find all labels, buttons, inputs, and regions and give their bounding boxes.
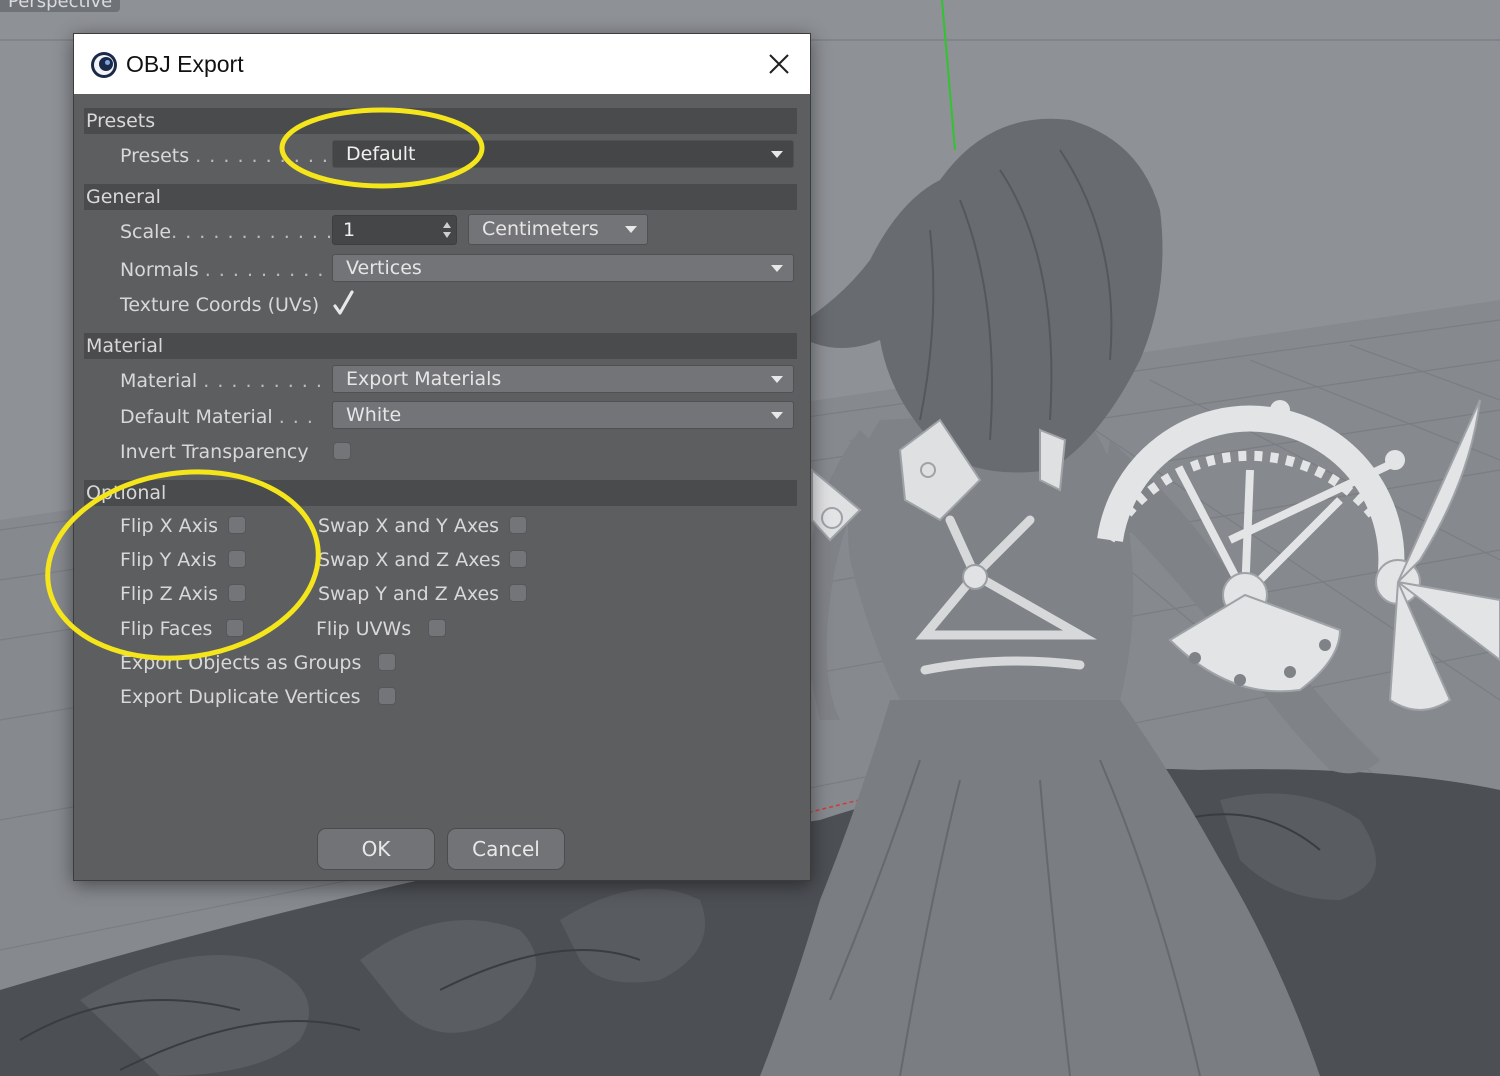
swap-xy-checkbox[interactable] (509, 516, 527, 534)
normals-value: Vertices (346, 257, 422, 279)
close-button[interactable] (762, 47, 796, 81)
flip-uvws-checkbox[interactable] (428, 619, 446, 637)
chevron-down-icon (625, 226, 637, 233)
flip-faces-checkbox[interactable] (226, 619, 244, 637)
material-value: Export Materials (346, 368, 502, 390)
presets-value: Default (346, 143, 416, 165)
export-groups-checkbox[interactable] (378, 653, 396, 671)
flip-x-label: Flip X Axis (120, 515, 219, 537)
export-duplicates-checkbox[interactable] (378, 687, 396, 705)
title-bar[interactable]: OBJ Export (74, 34, 810, 94)
section-general[interactable]: General (84, 184, 797, 210)
dialog-title: OBJ Export (126, 51, 244, 77)
default-material-label: Default Material . . . (120, 406, 314, 428)
default-material-dropdown[interactable]: White (332, 401, 794, 429)
flip-z-checkbox[interactable] (228, 584, 246, 602)
chevron-down-icon (771, 265, 783, 272)
chevron-down-icon (771, 151, 783, 158)
close-icon (769, 54, 789, 74)
material-dropdown[interactable]: Export Materials (332, 365, 794, 393)
section-material[interactable]: Material (84, 333, 797, 359)
swap-xz-label: Swap X and Z Axes (318, 549, 501, 571)
presets-dropdown[interactable]: Default (332, 140, 794, 168)
scale-unit-value: Centimeters (482, 218, 599, 240)
default-material-value: White (346, 404, 402, 426)
flip-y-checkbox[interactable] (228, 550, 246, 568)
texture-coords-checkbox[interactable] (331, 290, 355, 316)
cancel-button[interactable]: Cancel (447, 828, 565, 870)
export-groups-label: Export Objects as Groups (120, 652, 362, 674)
invert-transparency-checkbox[interactable] (333, 442, 351, 460)
export-duplicates-label: Export Duplicate Vertices (120, 686, 361, 708)
checkmark-icon (333, 290, 354, 315)
swap-yz-label: Swap Y and Z Axes (318, 583, 500, 605)
scale-value: 1 (343, 219, 356, 241)
ok-button[interactable]: OK (317, 828, 435, 870)
normals-label: Normals . . . . . . . . . . (120, 259, 339, 281)
obj-export-dialog: OBJ Export Presets Presets . . . . . . .… (73, 33, 811, 881)
scale-input[interactable]: 1 (332, 215, 457, 245)
swap-yz-checkbox[interactable] (509, 584, 527, 602)
normals-dropdown[interactable]: Vertices (332, 254, 794, 282)
section-optional[interactable]: Optional (84, 480, 797, 506)
cinema4d-logo-icon (91, 52, 117, 78)
flip-z-label: Flip Z Axis (120, 583, 219, 605)
scale-label: Scale. . . . . . . . . . . . . . (120, 221, 362, 243)
texture-coords-label: Texture Coords (UVs) (120, 294, 320, 316)
viewport-label: Perspective (0, 0, 121, 12)
flip-y-label: Flip Y Axis (120, 549, 217, 571)
flip-x-checkbox[interactable] (228, 516, 246, 534)
flip-faces-label: Flip Faces (120, 618, 213, 640)
spinner-arrows-icon[interactable] (442, 221, 452, 239)
chevron-down-icon (771, 412, 783, 419)
swap-xz-checkbox[interactable] (509, 550, 527, 568)
flip-uvws-label: Flip UVWs (316, 618, 412, 640)
section-presets[interactable]: Presets (84, 108, 797, 134)
invert-transparency-label: Invert Transparency (120, 441, 309, 463)
material-label: Material . . . . . . . . . . (120, 370, 337, 392)
chevron-down-icon (771, 376, 783, 383)
scale-unit-dropdown[interactable]: Centimeters (468, 214, 648, 245)
swap-xy-label: Swap X and Y Axes (318, 515, 500, 537)
presets-label: Presets . . . . . . . . . . (120, 145, 329, 167)
